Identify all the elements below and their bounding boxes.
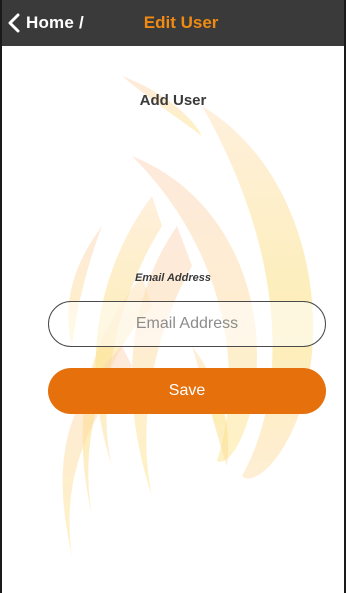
app-screen: Home / Edit User Add User Email Address …: [0, 0, 346, 593]
back-button[interactable]: Home: [4, 12, 74, 34]
page-title-nav: Edit User: [143, 13, 219, 32]
breadcrumb-home[interactable]: Home: [26, 13, 74, 33]
navigation-bar: Home / Edit User: [2, 0, 344, 46]
email-field-label: Email Address: [134, 272, 211, 284]
chevron-left-icon: [4, 12, 24, 34]
email-field[interactable]: [48, 301, 326, 347]
save-button[interactable]: Save: [48, 368, 326, 414]
page-heading: Add User: [139, 92, 207, 109]
breadcrumb-separator: /: [79, 13, 84, 32]
main-content: Add User Email Address Save: [2, 46, 344, 593]
